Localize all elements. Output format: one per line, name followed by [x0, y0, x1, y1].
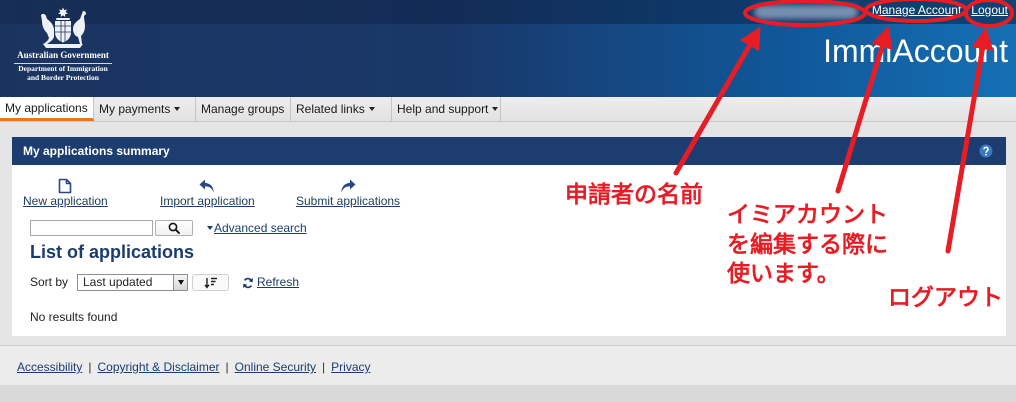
- annotation-line: 使います。: [727, 261, 840, 287]
- annotation-manage-account-note: イミアカウント を編集する際に 使います。: [727, 201, 888, 290]
- nav-my-applications[interactable]: My applications: [0, 97, 94, 121]
- advanced-search-link[interactable]: Advanced search: [207, 220, 307, 236]
- search-input[interactable]: [30, 220, 153, 236]
- nav-label: Help and support: [397, 102, 489, 116]
- site-footer: Accessibility | Copyright & Disclaimer |…: [0, 345, 1016, 385]
- import-arrow-icon: [198, 177, 216, 194]
- footer-separator: |: [225, 360, 229, 374]
- submit-applications-button[interactable]: Submit applications: [296, 177, 400, 208]
- logout-link[interactable]: Logout: [971, 3, 1008, 17]
- sort-descending-icon: [203, 277, 217, 289]
- account-links: Manage Account Logout: [872, 3, 1008, 17]
- import-application-label: Import application: [160, 194, 255, 208]
- annotation-line: イミアカウント: [727, 202, 888, 228]
- caret-down-icon: [492, 106, 499, 111]
- footer-link-online-security[interactable]: Online Security: [235, 360, 316, 385]
- annotation-logout: ログアウト: [888, 285, 1003, 311]
- new-application-button[interactable]: New application: [23, 177, 108, 208]
- immiaccount-page: Australian Government Department of Immi…: [0, 0, 1016, 402]
- new-application-label: New application: [23, 194, 108, 208]
- question-circle-icon[interactable]: [979, 144, 993, 158]
- footer-link-copyright[interactable]: Copyright & Disclaimer: [97, 360, 219, 385]
- app-title: ImmiAccount: [823, 33, 1008, 69]
- panel-title: My applications summary: [23, 144, 170, 158]
- refresh-link[interactable]: Refresh: [242, 274, 299, 291]
- header-top-bar: [0, 0, 1016, 24]
- logo-line-government: Australian Government: [17, 50, 109, 60]
- annotation-line: を編集する際に: [727, 231, 888, 258]
- nav-manage-groups[interactable]: Manage groups: [196, 97, 291, 121]
- coat-of-arms-icon: [11, 6, 115, 50]
- advanced-search-label: Advanced search: [214, 221, 307, 235]
- list-title: List of applications: [30, 242, 195, 262]
- nav-label: Manage groups: [201, 102, 285, 116]
- nav-related-links[interactable]: Related links: [291, 97, 392, 121]
- logo-line-department-2: and Border Protection: [27, 72, 99, 82]
- sort-selected-value: Last updated: [83, 275, 153, 289]
- footer-separator: |: [322, 360, 326, 374]
- manage-account-link[interactable]: Manage Account: [872, 3, 961, 17]
- nav-label: My payments: [99, 102, 171, 116]
- submit-applications-label: Submit applications: [296, 194, 401, 208]
- sort-label: Sort by: [30, 275, 69, 289]
- empty-results-message: No results found: [30, 310, 118, 324]
- select-arrow-icon: [173, 275, 187, 290]
- site-header: Australian Government Department of Immi…: [0, 0, 1016, 97]
- page-bottom-strip: [0, 385, 1016, 402]
- nav-my-payments[interactable]: My payments: [94, 97, 196, 121]
- nav-help-and-support[interactable]: Help and support: [392, 97, 501, 121]
- caret-down-icon: [368, 106, 375, 111]
- footer-separator: |: [88, 360, 92, 374]
- sort-select[interactable]: Last updated: [77, 274, 188, 291]
- annotation-applicant-name: 申請者の名前: [565, 182, 703, 208]
- footer-link-privacy[interactable]: Privacy: [331, 360, 370, 385]
- main-navigation: My applications My payments Manage group…: [0, 97, 1016, 122]
- import-application-button[interactable]: Import application: [160, 177, 255, 208]
- refresh-label: Refresh: [257, 275, 300, 289]
- panel-header: My applications summary: [12, 137, 1006, 165]
- submit-arrow-icon: [339, 177, 357, 194]
- nav-label: My applications: [5, 101, 88, 115]
- caret-down-icon: [174, 106, 181, 111]
- search-icon: [168, 222, 180, 234]
- document-icon: [58, 177, 72, 194]
- government-logo[interactable]: Australian Government Department of Immi…: [11, 6, 115, 82]
- footer-link-accessibility[interactable]: Accessibility: [17, 360, 82, 385]
- user-name-blurred: [754, 5, 858, 19]
- refresh-icon: [243, 277, 253, 288]
- caret-down-icon: [207, 226, 213, 230]
- search-button[interactable]: [155, 220, 193, 236]
- sort-direction-button[interactable]: [192, 274, 229, 291]
- nav-label: Related links: [296, 102, 365, 116]
